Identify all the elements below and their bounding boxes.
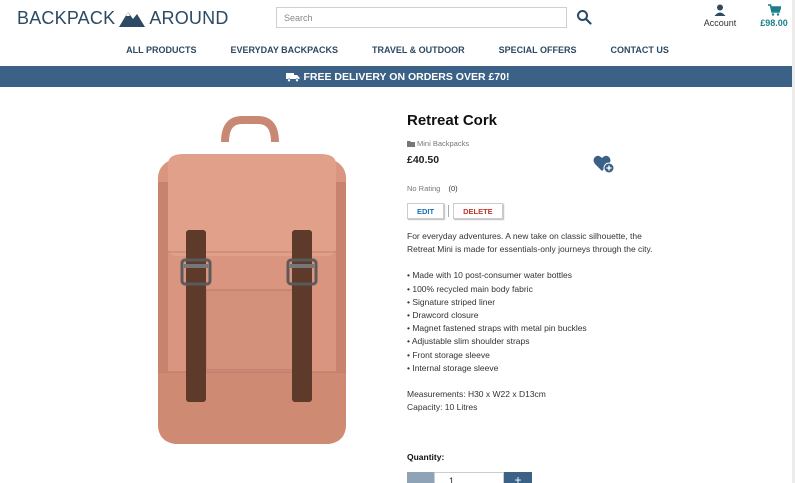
account-link[interactable]: Account [700,4,740,28]
delete-button[interactable]: DELETE [453,203,503,219]
banner-text: FREE DELIVERY ON ORDERS OVER £70! [303,70,510,83]
nav-special-offers[interactable]: SPECIAL OFFERS [499,40,577,62]
action-divider [448,205,450,217]
cart-total: £98.00 [760,18,788,28]
truck-icon [285,72,300,82]
measurements-text: Measurements: H30 x W22 x D13cm [407,389,546,400]
product-title: Retreat Cork [407,112,498,129]
tag-icon [407,141,415,147]
quantity-stepper: 1 + [407,472,532,483]
edit-button[interactable]: EDIT [407,203,445,219]
feature-item: • Internal storage sleeve [407,362,499,373]
admin-actions: EDIT DELETE [407,203,657,219]
product-category[interactable]: Mini Backpacks [407,139,657,148]
feature-item: • Magnet fastened straps with metal pin … [407,323,587,334]
mountain-logo-icon [119,12,146,27]
rating-count: (0) [448,184,458,193]
feature-item: • Drawcord closure [407,310,479,321]
feature-item: • Front storage sleeve [407,349,490,360]
nav-travel-outdoor[interactable]: TRAVEL & OUTDOOR [372,40,465,62]
feature-item: • Made with 10 post-consumer water bottl… [407,270,573,281]
product-rating: No Rating (0) [407,184,657,193]
brand-name-right: AROUND [149,7,229,28]
feature-item: • Adjustable slim shoulder straps [407,336,530,347]
nav-everyday-backpacks[interactable]: EVERYDAY BACKPACKS [230,40,338,62]
search-box [276,7,567,28]
feature-item: • Signature striped liner [407,296,496,307]
product-details: Retreat Cork Mini Backpacks £40.50 No Ra… [407,112,657,414]
brand-logo[interactable]: BACKPACK AROUND [17,8,229,28]
cart-link[interactable]: £98.00 [752,4,795,28]
description-text: For everyday adventures. A new take on c… [407,231,653,255]
feature-item: • 100% recycled main body fabric [407,283,533,294]
user-icon [714,4,726,16]
brand-name-left: BACKPACK [17,7,116,28]
product-category-label: Mini Backpacks [417,139,470,148]
cart-icon [767,4,781,16]
increment-button[interactable]: + [504,472,532,483]
main-nav: ALL PRODUCTS EVERYDAY BACKPACKS TRAVEL &… [0,40,795,62]
product-image [157,116,347,444]
search-icon[interactable] [576,9,592,25]
rating-text: No Rating [407,184,441,193]
delivery-banner: FREE DELIVERY ON ORDERS OVER £70! [0,66,795,87]
nav-all-products[interactable]: ALL PRODUCTS [126,40,196,62]
product-price: £40.50 [407,154,440,166]
quantity-label: Quantity: [407,452,445,462]
nav-contact-us[interactable]: CONTACT US [611,40,669,62]
search-input[interactable] [277,8,566,28]
decrement-button[interactable] [407,472,434,483]
product-description: For everyday adventures. A new take on c… [407,230,657,414]
quantity-input[interactable]: 1 [434,472,504,483]
account-label: Account [703,18,737,28]
heart-plus-icon[interactable] [593,154,615,174]
capacity-text: Capacity: 10 Litres [407,402,478,413]
